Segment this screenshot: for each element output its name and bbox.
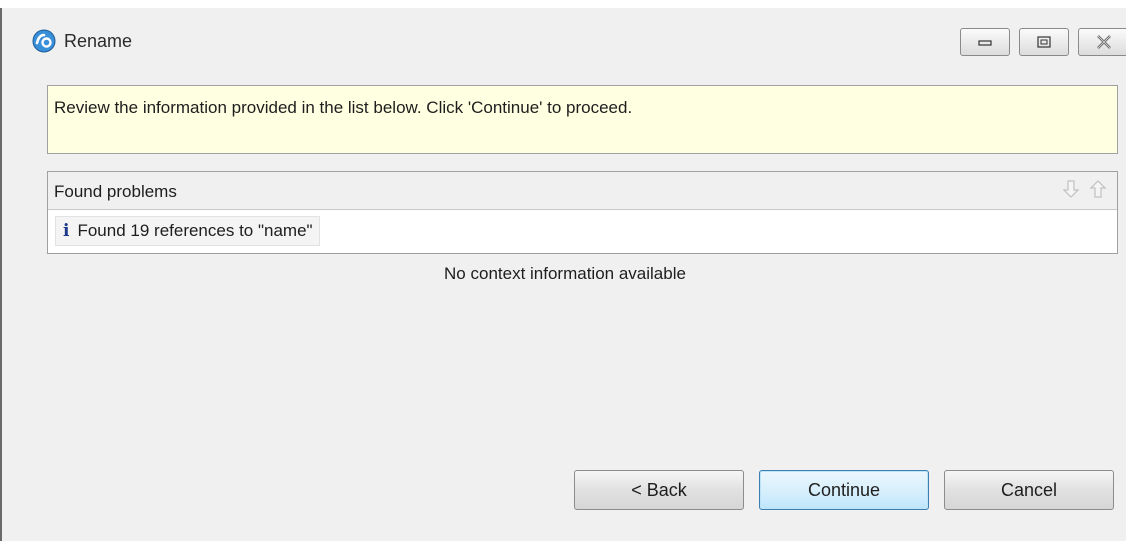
close-icon <box>1096 35 1112 49</box>
app-logo-icon <box>32 29 56 53</box>
maximize-icon <box>1037 36 1051 48</box>
previous-arrow-up-icon[interactable] <box>1089 178 1107 200</box>
banner-message: Review the information provided in the l… <box>54 98 632 118</box>
found-problems-panel: Found problems i Found 19 references to … <box>47 171 1118 254</box>
back-button[interactable]: < Back <box>574 470 744 510</box>
problem-item-text: Found 19 references to "name" <box>77 221 312 241</box>
close-button[interactable] <box>1078 28 1126 56</box>
minimize-button[interactable] <box>960 28 1010 56</box>
problems-header: Found problems <box>48 172 1117 210</box>
info-banner: Review the information provided in the l… <box>47 85 1118 154</box>
rename-dialog: Rename Review the information provided i… <box>0 8 1126 541</box>
list-item[interactable]: i Found 19 references to "name" <box>55 216 320 246</box>
cancel-button[interactable]: Cancel <box>944 470 1114 510</box>
minimize-icon <box>978 38 992 46</box>
next-arrow-down-icon[interactable] <box>1062 178 1080 200</box>
problems-header-label: Found problems <box>54 182 177 202</box>
info-icon: i <box>63 221 69 241</box>
problems-list: i Found 19 references to "name" <box>48 210 1117 253</box>
context-info-message: No context information available <box>2 264 1126 284</box>
maximize-button[interactable] <box>1019 28 1069 56</box>
title-bar[interactable]: Rename <box>2 8 1126 66</box>
window-title: Rename <box>64 31 132 52</box>
continue-button[interactable]: Continue <box>759 470 929 510</box>
